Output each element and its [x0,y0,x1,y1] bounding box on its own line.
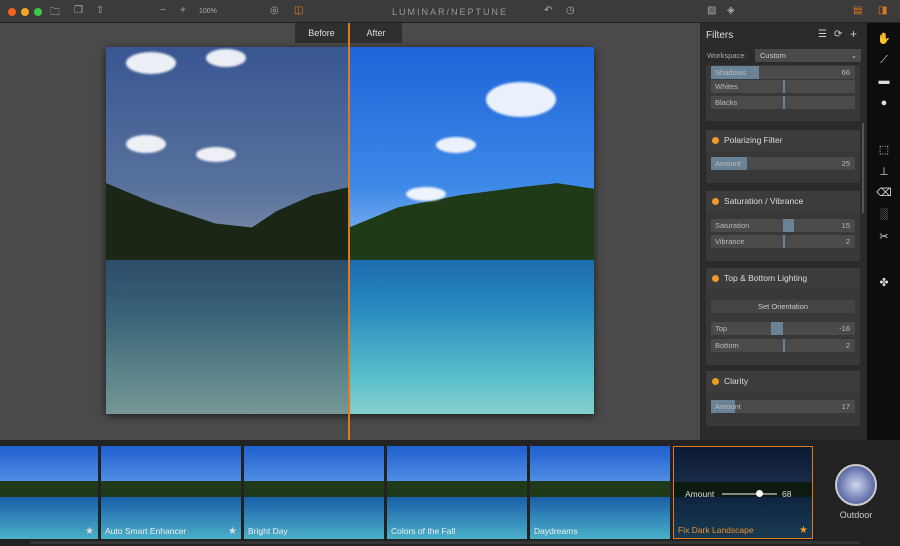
slider-label: Blacks [715,98,738,107]
star-icon[interactable]: ★ [228,526,237,537]
slider-knob[interactable] [756,490,763,497]
filmstrip-scrollbar[interactable] [30,541,860,544]
slider-label: Bottom [715,341,739,350]
image-icon[interactable]: ▨ [707,5,716,16]
slider-fill [771,322,783,335]
slider-label: Shadows [715,68,746,77]
slider-label: Saturation [715,221,750,230]
workspace-select[interactable]: Custom ⌄ [755,49,861,62]
workspace-label: Workspace: [707,51,747,60]
preset-label: Colors of the Fall [391,526,456,536]
slider-value: 66 [841,68,850,77]
slider-value: 25 [841,159,850,168]
slider-top[interactable]: Top -16 [711,322,855,335]
star-icon[interactable]: ★ [799,525,808,536]
filter-section-header[interactable]: Top & Bottom Lighting [706,268,860,289]
stamp-icon[interactable]: ⊥ [875,165,893,178]
slider-fill [783,235,785,248]
filter-section-header[interactable]: Polarizing Filter [706,130,860,151]
slider-fill [783,219,794,232]
chevron-down-icon: ⌄ [850,51,857,60]
slider-value: 15 [841,221,850,230]
radial-icon[interactable]: ● [875,97,893,109]
preset-thumbnail[interactable]: ed Place★ [0,446,98,539]
preset-thumbnail[interactable]: Fix Dark Landscape ★ Amount 68 [673,446,813,539]
before-tab[interactable]: Before [295,23,348,43]
history-icon[interactable]: ◷ [566,5,575,16]
slider-fill [783,339,785,352]
category-outdoor-icon[interactable] [835,464,877,506]
slider-amount[interactable]: Amount 17 [711,400,855,413]
preset-thumbnail[interactable]: Daydreams [530,446,670,539]
slider-label: Amount [715,159,741,168]
crop-icon[interactable]: ⬚ [875,143,893,156]
scissors-icon[interactable]: ✂ [875,230,893,243]
slider-saturation[interactable]: Saturation 15 [711,219,855,232]
filters-panel: Filters ☰ ⟳ + Workspace: Custom ⌄ Shadows… [700,23,867,440]
preset-thumbnail[interactable]: Colors of the Fall [387,446,527,539]
preset-label: Bright Day [248,526,288,536]
set-orientation-button[interactable]: Set Orientation [711,300,855,313]
after-image [349,47,594,414]
hand-icon[interactable]: ✋ [875,32,893,45]
eraser-icon[interactable]: ⌫ [875,186,893,199]
panel-scrollbar[interactable] [862,123,864,213]
slider-label: Top [715,324,728,333]
workspace-value: Custom [760,51,786,60]
slider-whites[interactable]: Whites [711,80,855,93]
slider-value: 17 [841,402,850,411]
amount-value: 68 [782,489,792,499]
slider-shadows[interactable]: Shadows 66 [711,66,855,79]
gradient-icon[interactable]: ▬ [875,75,893,87]
before-image [106,47,349,414]
layers-stack-icon[interactable]: ◈ [727,5,735,16]
star-icon[interactable]: ★ [85,526,94,537]
filter-section-header[interactable]: Clarity [706,371,860,392]
photo [106,47,594,414]
slider-blacks[interactable]: Blacks [711,96,855,109]
app-title: LUMINAR/NEPTUNE [391,7,508,17]
brush-icon[interactable]: ⟋ [875,54,893,67]
slider-value: 2 [845,341,850,350]
preset-label: Fix Dark Landscape [678,525,754,535]
noise-icon[interactable]: ░ [875,208,893,220]
slider-label: Whites [715,82,738,91]
panel-title: Filters [706,30,734,41]
preset-label: Auto Smart Enhancer [105,526,187,536]
undo-icon[interactable]: ↶ [544,5,552,16]
slider-label: Amount [715,402,741,411]
after-tab[interactable]: After [350,23,402,43]
slider-value: -16 [839,324,850,333]
preset-label: Daydreams [534,526,578,536]
slider-vibrance[interactable]: Vibrance 2 [711,235,855,248]
amount-slider[interactable] [722,490,777,497]
add-filter-icon[interactable]: + [850,27,857,41]
slider-amount[interactable]: Amount 25 [711,157,855,170]
slider-fill [783,96,785,109]
filmstrip: ed Place★ Auto Smart Enhancer ★ Bright Day C… [0,440,900,546]
layout-bottom-icon[interactable]: ▤ [853,5,862,16]
slider-bottom[interactable]: Bottom 2 [711,339,855,352]
category-label[interactable]: Outdoor [820,510,892,520]
filter-list-icon[interactable]: ☰ [818,29,827,40]
preset-thumbnail[interactable]: Bright Day [244,446,384,539]
amount-label: Amount [685,489,715,499]
slider-fill [783,80,785,93]
compare-divider-handle[interactable] [348,23,350,440]
preset-thumbnail[interactable]: Auto Smart Enhancer ★ [101,446,241,539]
puzzle-icon[interactable]: ✤ [875,276,893,289]
filter-section-header[interactable]: Saturation / Vibrance [706,191,860,212]
refresh-icon[interactable]: ⟳ [834,29,842,40]
slider-value: 2 [845,237,850,246]
tool-strip: ✋ ⟋ ▬ ● ⬚ ⊥ ⌫ ░ ✂ ✤ [867,23,900,440]
slider-label: Vibrance [715,237,745,246]
layout-right-icon[interactable]: ◨ [878,5,887,16]
title-bar: 🗀 ❐ ⇧ − + 100% ◎ ◫ LUMINAR/NEPTUNE ↶ ◷ ▨… [0,0,900,23]
